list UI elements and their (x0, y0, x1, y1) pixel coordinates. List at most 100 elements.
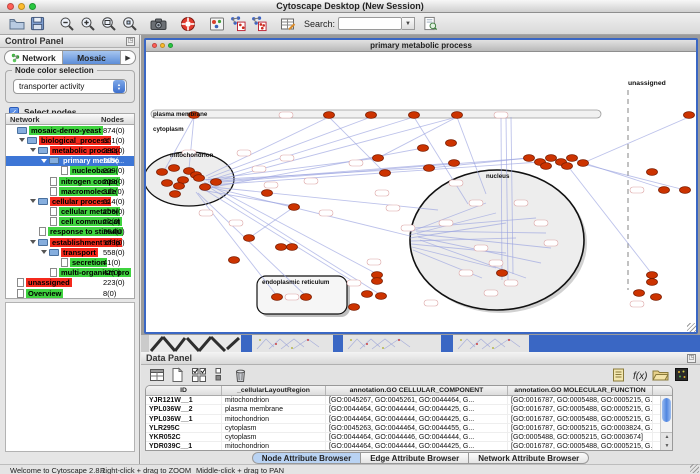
network-node[interactable] (449, 160, 460, 167)
table-row[interactable]: YPL036W__1mitochondrion[GO:0044464, GO:0… (146, 415, 672, 424)
network-node[interactable] (366, 112, 377, 119)
table-row[interactable]: YJR121W__1mitochondrion[GO:0045267, GO:0… (146, 396, 672, 405)
network-node[interactable] (647, 169, 658, 176)
zoom-in-button[interactable] (79, 15, 96, 32)
tree-row[interactable]: metabolic process280(0) (6, 145, 134, 155)
network-node[interactable] (659, 187, 670, 194)
network-node[interactable] (684, 112, 695, 119)
tree-row[interactable]: macromolecule311(0) (6, 186, 134, 196)
network-node[interactable] (349, 304, 360, 311)
snapshot-button[interactable] (150, 15, 167, 32)
network-canvas[interactable]: plasma membranecytoplasmmitochondrionnuc… (146, 52, 696, 331)
network-node[interactable] (524, 155, 535, 162)
network-node[interactable] (418, 145, 429, 152)
help-button[interactable] (179, 15, 196, 32)
tree-row[interactable]: biological_process651(0) (6, 135, 134, 145)
zoom-selected-button[interactable] (121, 15, 138, 32)
tree-row[interactable]: cellular process614(0) (6, 196, 134, 206)
data-panel-float-icon[interactable]: ◳ (687, 354, 696, 363)
table-column-header[interactable]: ID (146, 386, 222, 395)
network-node[interactable] (409, 112, 420, 119)
network-node[interactable] (634, 290, 645, 297)
node-color-dropdown[interactable]: transporter activity ▲▼ (13, 79, 127, 94)
tree-row[interactable]: nitrogen compo209(0) (6, 176, 134, 186)
tab-network-attribute-browser[interactable]: Network Attribute Browser (469, 452, 589, 464)
network-node[interactable] (194, 175, 205, 182)
network-node[interactable] (651, 294, 662, 301)
tab-edge-attribute-browser[interactable]: Edge Attribute Browser (361, 452, 469, 464)
tree-row[interactable]: secretion41(0) (6, 257, 134, 267)
formula-builder-button[interactable]: f(x) (631, 366, 648, 383)
tab-network[interactable]: Network (5, 51, 63, 64)
network-node[interactable] (567, 155, 578, 162)
label-pad-button[interactable] (610, 366, 627, 383)
tree-row[interactable]: multi-organism pro42(0) (6, 268, 134, 278)
network-node[interactable] (162, 180, 173, 187)
network-node[interactable] (546, 155, 557, 162)
tree-row[interactable]: Overview8(0) (6, 288, 134, 298)
network-node[interactable] (272, 294, 283, 301)
zoom-fit-button[interactable] (100, 15, 117, 32)
network-node[interactable] (372, 278, 383, 285)
search-config-button[interactable] (422, 15, 439, 32)
tree-expand-arrow-icon[interactable] (30, 240, 36, 244)
network-node[interactable] (287, 244, 298, 251)
network-node[interactable] (424, 165, 435, 172)
network-node[interactable] (229, 257, 240, 264)
annotation-layout-alt-button[interactable] (250, 15, 267, 32)
tree-expand-arrow-icon[interactable] (30, 148, 36, 152)
tab-scroll-right-button[interactable]: ▶ (121, 51, 135, 64)
tree-expand-arrow-icon[interactable] (19, 138, 25, 142)
network-view-titlebar[interactable]: primary metabolic process (146, 40, 696, 52)
network-node[interactable] (200, 184, 211, 191)
scrollbar-arrows[interactable]: ▲▼ (661, 432, 673, 450)
tree-row[interactable]: nucleobase-209(0) (6, 166, 134, 176)
tree-row[interactable]: unassigned223(0) (6, 278, 134, 288)
network-node[interactable] (497, 270, 508, 277)
tree-expand-arrow-icon[interactable] (41, 250, 47, 254)
zoom-out-button[interactable] (58, 15, 75, 32)
network-node[interactable] (647, 272, 658, 279)
import-attributes-button[interactable] (652, 366, 669, 383)
background-windows-strip[interactable] (141, 335, 700, 352)
network-node[interactable] (169, 165, 180, 172)
table-row[interactable]: YKR052Ccytoplasm[GO:0044464, GO:0044446,… (146, 433, 672, 442)
window-resize-grip[interactable] (690, 464, 699, 473)
tree-row[interactable]: establishment of lo558(0) (6, 237, 134, 247)
attribute-matrix-button[interactable] (211, 366, 228, 383)
table-column-header[interactable]: annotation.GO MOLECULAR_FUNCTION (508, 386, 653, 395)
network-node[interactable] (244, 235, 255, 242)
open-session-button[interactable] (8, 15, 25, 32)
save-session-button[interactable] (29, 15, 46, 32)
attribute-editor-button[interactable] (279, 15, 296, 32)
table-row[interactable]: YLR295Ccytoplasm[GO:0045263, GO:0044464,… (146, 424, 672, 433)
tree-row[interactable]: response to stimulu264(0) (6, 227, 134, 237)
new-attribute-button[interactable] (169, 366, 186, 383)
tab-node-attribute-browser[interactable]: Node Attribute Browser (252, 452, 362, 464)
tab-mosaic[interactable]: Mosaic (63, 51, 121, 64)
matrix-view-button[interactable] (673, 366, 690, 383)
tree-expand-arrow-icon[interactable] (30, 199, 36, 203)
table-scrollbar[interactable]: ▲▼ (660, 396, 672, 450)
network-node[interactable] (380, 170, 391, 177)
tree-row[interactable]: cellular metabol209(0) (6, 207, 134, 217)
tree-row[interactable]: mosaic-demo-yeast874(0) (6, 125, 134, 135)
network-node[interactable] (446, 140, 457, 147)
tree-expand-arrow-icon[interactable] (41, 159, 47, 163)
annotation-layout-button[interactable] (229, 15, 246, 32)
network-node[interactable] (301, 294, 312, 301)
network-node[interactable] (373, 155, 384, 162)
network-node[interactable] (680, 187, 691, 194)
network-node[interactable] (174, 183, 185, 190)
attribute-table-button[interactable] (148, 366, 165, 383)
search-input[interactable] (338, 17, 402, 30)
network-node[interactable] (157, 169, 168, 176)
tree-row[interactable]: primary metabo209(... (6, 156, 134, 166)
network-node[interactable] (262, 190, 273, 197)
network-node[interactable] (562, 163, 573, 170)
network-node[interactable] (541, 163, 552, 170)
frame-resize-grip[interactable] (687, 323, 696, 332)
scrollbar-thumb[interactable] (662, 398, 671, 422)
control-panel-float-icon[interactable]: ◳ (126, 37, 135, 46)
tree-row[interactable]: transport558(0) (6, 247, 134, 257)
